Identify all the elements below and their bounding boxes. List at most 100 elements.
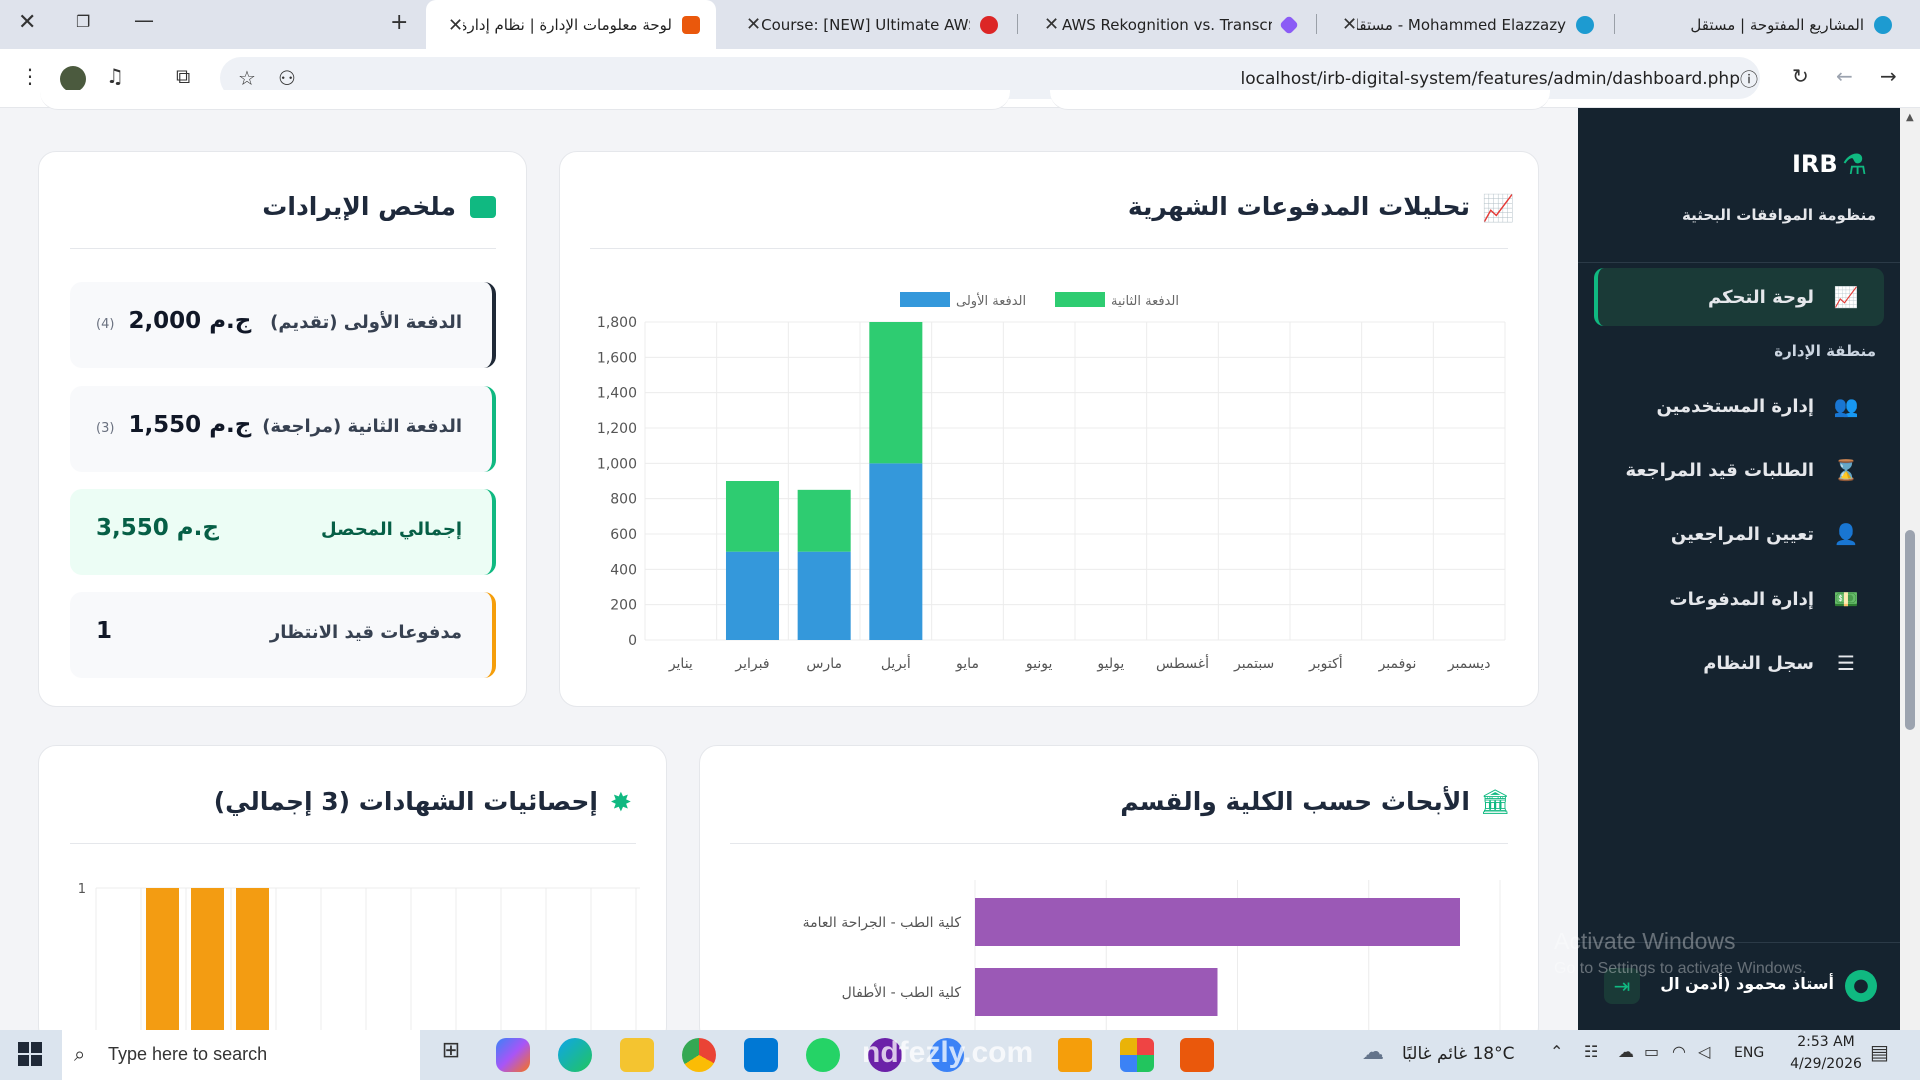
activation-watermark: Activate Windows: [1554, 928, 1736, 954]
notifications-icon[interactable]: ▤: [1870, 1040, 1889, 1064]
mostaql-icon: [1576, 15, 1594, 34]
edge-icon[interactable]: [558, 1038, 592, 1072]
extensions-icon[interactable]: ⧉: [176, 64, 190, 88]
forward-icon[interactable]: ←: [1836, 64, 1853, 88]
legend-label: الدفعة الثانية: [1111, 294, 1179, 309]
windows-start-icon[interactable]: [18, 1042, 42, 1066]
network-icon[interactable]: ☷: [1584, 1042, 1598, 1061]
close-window-icon[interactable]: ✕: [18, 10, 36, 35]
incognito-icon[interactable]: ⚇: [278, 66, 296, 90]
payments-chart: الدفعة الأولى الدفعة الثانية 0 200 400 600 800…: [597, 292, 1506, 672]
clock-date[interactable]: 4/29/2026: [1786, 1056, 1866, 1072]
clock-time[interactable]: 2:53 AM: [1786, 1034, 1866, 1050]
faculty-chart: كلية الطب - الجراحة العامة كلية الطب - ال…: [803, 880, 1501, 1040]
y-tick-label: 1: [78, 882, 86, 897]
store-icon[interactable]: [744, 1038, 778, 1072]
bar: [797, 489, 851, 552]
sidebar-item-pending[interactable]: ⌛ الطلبات قيد المراجعة: [1594, 444, 1884, 496]
tab-separator: [1017, 14, 1018, 34]
list-icon: ☰: [1837, 651, 1855, 675]
chrome-icon[interactable]: [682, 1038, 716, 1072]
bar: [975, 968, 1218, 1016]
bar: [975, 898, 1460, 946]
star-icon[interactable]: ☆: [238, 66, 256, 90]
card-partial: [1050, 90, 1550, 110]
sidebar-item-dashboard[interactable]: 📈 لوحة التحكم: [1594, 268, 1884, 326]
gemini-icon: [1279, 14, 1299, 35]
y-tick-label: 600: [610, 527, 637, 543]
revenue-title: ملخص الإيرادات: [262, 192, 456, 221]
y-tick-label: 400: [610, 562, 637, 578]
site-info-icon[interactable]: ⓘ: [1740, 66, 1758, 92]
menu-icon[interactable]: ⋮: [20, 64, 40, 88]
scrollbar-thumb[interactable]: [1905, 530, 1915, 730]
close-tab-icon[interactable]: ✕: [442, 15, 463, 36]
users-icon: 👥: [1833, 394, 1859, 418]
office-icon[interactable]: [1120, 1038, 1154, 1072]
profile-avatar[interactable]: [60, 66, 86, 92]
close-tab-icon[interactable]: ✕: [1336, 14, 1357, 35]
mostaql-icon: [1874, 15, 1892, 34]
degrees-chart: 1: [78, 882, 640, 1040]
x-tick-label: مايو: [955, 656, 979, 672]
copilot-icon[interactable]: [496, 1038, 530, 1072]
sidebar: [1578, 108, 1900, 1030]
restore-window-icon[interactable]: ❐: [76, 12, 90, 31]
media-icon[interactable]: ♫: [106, 64, 124, 88]
y-tick-label: 1,600: [597, 350, 637, 366]
legend-swatch: [1055, 292, 1105, 307]
sidebar-item-users[interactable]: 👥 إدارة المستخدمين: [1594, 380, 1884, 432]
x-tick-label: سبتمبر: [1233, 656, 1274, 672]
tray-chevron-icon[interactable]: ⌃: [1550, 1042, 1563, 1061]
file-explorer-icon[interactable]: [620, 1038, 654, 1072]
xampp-icon[interactable]: [1180, 1038, 1214, 1072]
task-view-icon[interactable]: ⊞: [434, 1038, 468, 1072]
user-check-icon: 👤: [1833, 522, 1859, 546]
sidebar-item-reviewers[interactable]: 👤 تعيين المراجعين: [1594, 508, 1884, 560]
x-tick-label: ديسمبر: [1447, 656, 1491, 672]
bar: [191, 888, 224, 1040]
minimize-window-icon[interactable]: —: [134, 8, 154, 32]
url-text[interactable]: localhost/irb-digital-system/features/ad…: [1241, 69, 1740, 89]
whatsapp-icon[interactable]: [806, 1038, 840, 1072]
brand-name: IRB: [1792, 150, 1838, 178]
close-tab-icon[interactable]: ✕: [1038, 14, 1059, 35]
sidebar-item-payments[interactable]: 💵 إدارة المدفوعات: [1594, 573, 1884, 625]
reload-icon[interactable]: ↻: [1792, 64, 1809, 88]
bar: [725, 481, 780, 552]
back-icon[interactable]: →: [1880, 64, 1897, 88]
app-icon[interactable]: [1058, 1038, 1092, 1072]
volume-icon[interactable]: ◁: [1698, 1042, 1710, 1061]
y-tick-label: 1,400: [597, 386, 637, 402]
money-icon: 💵: [1833, 587, 1859, 611]
y-tick-label: 1,000: [597, 456, 637, 472]
legend-label: الدفعة الأولى: [956, 292, 1026, 309]
brand-subtitle: منظومة الموافقات البحثية: [1681, 206, 1876, 224]
tab-course[interactable]: Course: [NEW] Ultimate AWS C ✕: [724, 0, 1014, 49]
wifi-icon[interactable]: ◠: [1672, 1042, 1686, 1061]
microscope-icon: ⚗: [1842, 148, 1868, 181]
battery-icon[interactable]: ▭: [1644, 1042, 1659, 1061]
tab-mostaql-profile[interactable]: Mohammed Elazzazy - مستقل | ✕: [1320, 0, 1610, 49]
x-tick-label: أبريل: [881, 654, 911, 672]
tab-dashboard[interactable]: لوحة معلومات الإدارة | نظام إدارة ✕: [426, 0, 716, 50]
tab-separator: [1614, 14, 1615, 34]
new-tab-icon[interactable]: +: [390, 10, 408, 35]
sidebar-item-logs[interactable]: ☰ سجل النظام: [1594, 637, 1884, 689]
activation-watermark-sub: Go to Settings to activate Windows.: [1554, 960, 1807, 977]
certificate-icon: ✸: [610, 788, 632, 818]
bar: [797, 551, 851, 640]
language-indicator[interactable]: ENG: [1734, 1045, 1764, 1061]
wallet-icon: [470, 196, 496, 218]
x-tick-label: نوفمبر: [1378, 656, 1417, 672]
bar: [869, 322, 923, 464]
sidebar-section-label: منطقة الإدارة: [1774, 342, 1876, 360]
close-tab-icon[interactable]: ✕: [740, 14, 761, 35]
tab-mostaql-projects[interactable]: المشاريع المفتوحة | مستقل: [1618, 0, 1908, 49]
onedrive-icon[interactable]: ☁: [1618, 1042, 1634, 1061]
scroll-up-icon[interactable]: ▲: [1906, 112, 1914, 123]
tab-aws[interactable]: AWS Rekognition vs. Transcribe ✕: [1022, 0, 1312, 49]
bar: [725, 551, 780, 640]
y-tick-label: 1,800: [597, 315, 637, 331]
weather-text[interactable]: 18°C غائم غالبًا: [1402, 1044, 1515, 1064]
